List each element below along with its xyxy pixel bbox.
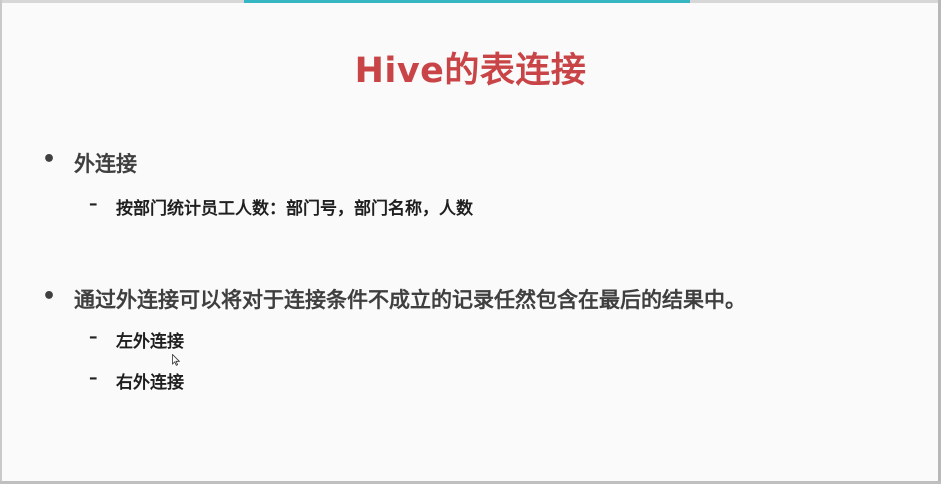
subbullet-text-right-outer-join: 右外连接 [116,373,184,393]
bullet-text-outer-join-explanation: 通过外连接可以将对于连接条件不成立的记录任然包含在最后的结果中。 [74,288,746,312]
bullet-marker: • [42,147,57,172]
bullet-marker: • [42,284,57,309]
subbullet-marker: – [89,194,98,214]
slide-viewer: Hive的表连接 • 外连接 – 按部门统计员工人数：部门号，部门名称，人数 •… [0,0,941,484]
subbullet-text-left-outer-join: 左外连接 [116,332,184,352]
subbullet-marker: – [89,368,98,388]
subbullet-marker: – [89,327,98,347]
subbullet-text-count-by-dept: 按部门统计员工人数：部门号，部门名称，人数 [116,199,473,219]
bullet-text-outer-join: 外连接 [74,152,137,176]
slide-title: Hive的表连接 [354,51,587,91]
top-accent-bar [244,0,690,3]
mouse-pointer-icon [172,354,180,366]
